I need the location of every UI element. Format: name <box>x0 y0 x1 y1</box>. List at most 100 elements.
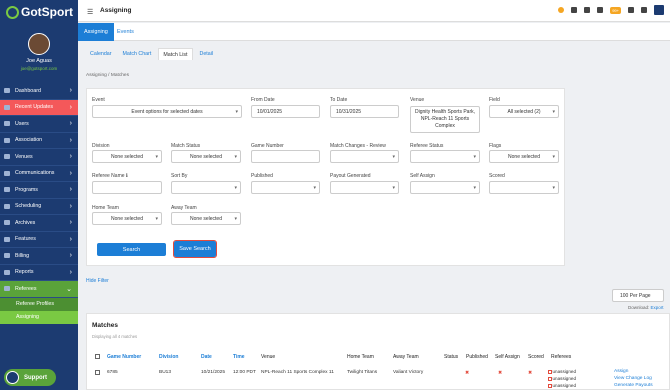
col-referees: Referees <box>551 354 572 360</box>
tab-calendar[interactable]: Calendar <box>86 48 116 60</box>
chevron-right-icon: › <box>69 268 72 276</box>
chevron-right-icon: › <box>69 219 72 226</box>
secondary-tabs: Calendar Match Chart Match List Detail <box>86 48 220 60</box>
sidebar-item-users[interactable]: Users › <box>0 116 78 133</box>
notification-badge[interactable]: 99+ <box>610 6 621 14</box>
hamburger-icon[interactable]: ☰ <box>87 8 93 16</box>
from-date-input[interactable]: 10/01/2025 <box>251 105 320 118</box>
association-icon <box>4 137 10 143</box>
chat-icon[interactable] <box>628 7 634 13</box>
referee-slot[interactable]: unassigned <box>548 369 576 374</box>
chevron-down-icon: ⌄ <box>66 286 72 293</box>
match-changes-select[interactable] <box>330 150 399 163</box>
user-profile: Joe Aguas joe@gotsport.com <box>0 33 78 87</box>
sidebar-item-archives[interactable]: Archives › <box>0 215 78 232</box>
tab-match-chart[interactable]: Match Chart <box>119 48 156 60</box>
flags-label: Flags <box>489 143 502 149</box>
export-link[interactable]: Export <box>651 305 664 310</box>
game-number-input[interactable] <box>251 150 320 163</box>
to-date-input[interactable]: 10/31/2025 <box>330 105 399 118</box>
field-select[interactable]: All selected (2) <box>489 105 559 118</box>
sidebar-item-recent-updates[interactable]: Recent Updates › <box>0 99 78 116</box>
referee-name-input[interactable] <box>92 181 162 194</box>
gotsport-logo[interactable]: GotSport <box>0 0 78 24</box>
away-team-select[interactable]: None selected <box>171 212 241 225</box>
search-button[interactable]: Search <box>97 243 166 256</box>
referee-status-select[interactable] <box>410 150 480 163</box>
payout-generated-label: Payout Generated <box>330 173 371 179</box>
archive-icon <box>4 220 10 226</box>
sidebar-item-referees[interactable]: Referees ⌄ <box>0 281 78 298</box>
matches-subtitle: Displaying all 4 matches <box>92 334 138 339</box>
save-search-button[interactable]: Save Search <box>173 240 217 258</box>
tab-assigning[interactable]: Assigning <box>78 23 114 41</box>
sidebar-item-scheduling[interactable]: Scheduling › <box>0 199 78 215</box>
per-page-select[interactable]: 100 Per Page <box>612 289 664 302</box>
help-icon[interactable] <box>558 7 565 13</box>
view-change-log-link[interactable]: View Change Log <box>614 376 652 381</box>
support-button[interactable]: Support <box>4 369 56 386</box>
chevron-right-icon: › <box>69 153 72 160</box>
select-all-checkbox[interactable] <box>95 354 100 359</box>
referee-slot[interactable]: unassigned <box>548 376 576 381</box>
home-team-select[interactable]: None selected <box>92 212 162 225</box>
sidebar-item-association[interactable]: Association › <box>0 133 78 149</box>
tab-detail[interactable]: Detail <box>196 48 218 60</box>
calendar-icon[interactable] <box>571 7 578 13</box>
from-date-label: From Date <box>251 97 275 103</box>
cell-home-team: Twilight Titans <box>347 370 378 375</box>
self-assign-select[interactable] <box>410 181 480 194</box>
event-select[interactable]: Event options for selected dates <box>92 105 242 118</box>
unassigned-icon <box>548 370 552 374</box>
star-icon <box>4 236 10 242</box>
col-home-team: Home Team <box>347 354 374 360</box>
venue-icon <box>4 154 10 160</box>
referee-name-label: Referee Name ℹ <box>92 173 128 179</box>
game-number-label: Game Number <box>251 143 284 149</box>
col-date[interactable]: Date <box>201 354 212 360</box>
user-icon[interactable] <box>584 7 591 13</box>
sidebar-subitem-assigning[interactable]: Assigning <box>0 310 78 324</box>
sidebar-item-dashboard[interactable]: Dashboard › <box>0 83 78 100</box>
gear-icon[interactable] <box>641 7 647 13</box>
row-checkbox[interactable] <box>95 370 100 375</box>
user-email[interactable]: joe@gotsport.com <box>0 66 78 71</box>
cell-game-number: 6785 <box>107 370 118 375</box>
matches-panel: Matches Displaying all 4 matches Game Nu… <box>86 313 670 390</box>
sidebar-item-billing[interactable]: Billing › <box>0 248 78 265</box>
flags-select[interactable]: None selected <box>489 150 559 163</box>
scored-select[interactable] <box>489 181 559 194</box>
chevron-right-icon: › <box>69 202 72 210</box>
generate-payouts-link[interactable]: Generate Payouts <box>614 383 653 388</box>
tab-events[interactable]: Events <box>111 23 140 41</box>
cell-away-team: Valiant Victory <box>393 370 424 375</box>
sort-by-select[interactable] <box>171 181 241 194</box>
programs-icon <box>4 187 10 193</box>
sidebar-item-features[interactable]: Features › <box>0 232 78 248</box>
hide-filter-link[interactable]: Hide Filter <box>86 278 109 284</box>
top-bar-icons: 99+ <box>558 5 664 15</box>
payout-generated-select[interactable] <box>330 181 399 194</box>
match-status-select[interactable]: None selected <box>171 150 241 163</box>
venue-select[interactable]: Dignity Health Sports Park, NPL-Reach 11… <box>410 106 480 133</box>
division-select[interactable]: None selected <box>92 150 162 163</box>
account-icon[interactable] <box>654 5 664 15</box>
sidebar-item-communications[interactable]: Communications › <box>0 166 78 182</box>
avatar[interactable] <box>28 33 50 55</box>
sidebar-subitem-referee-profiles[interactable]: Referee Profiles <box>0 297 78 311</box>
col-game-number[interactable]: Game Number <box>107 354 141 360</box>
sidebar-item-reports[interactable]: Reports › <box>0 265 78 281</box>
referee-slot[interactable]: unassigned <box>548 383 576 388</box>
col-scored: Scored <box>528 354 544 360</box>
published-select[interactable] <box>251 181 320 194</box>
col-status: Status <box>444 354 459 360</box>
col-time[interactable]: Time <box>233 354 245 360</box>
mail-icon[interactable] <box>597 7 604 13</box>
assign-link[interactable]: Assign <box>614 369 628 374</box>
tab-match-list[interactable]: Match List <box>158 48 193 60</box>
col-division[interactable]: Division <box>159 354 178 360</box>
scored-x-icon: ✖ <box>528 370 533 376</box>
sidebar-item-programs[interactable]: Programs › <box>0 182 78 199</box>
sidebar-item-venues[interactable]: Venues › <box>0 149 78 166</box>
users-icon <box>4 121 10 127</box>
